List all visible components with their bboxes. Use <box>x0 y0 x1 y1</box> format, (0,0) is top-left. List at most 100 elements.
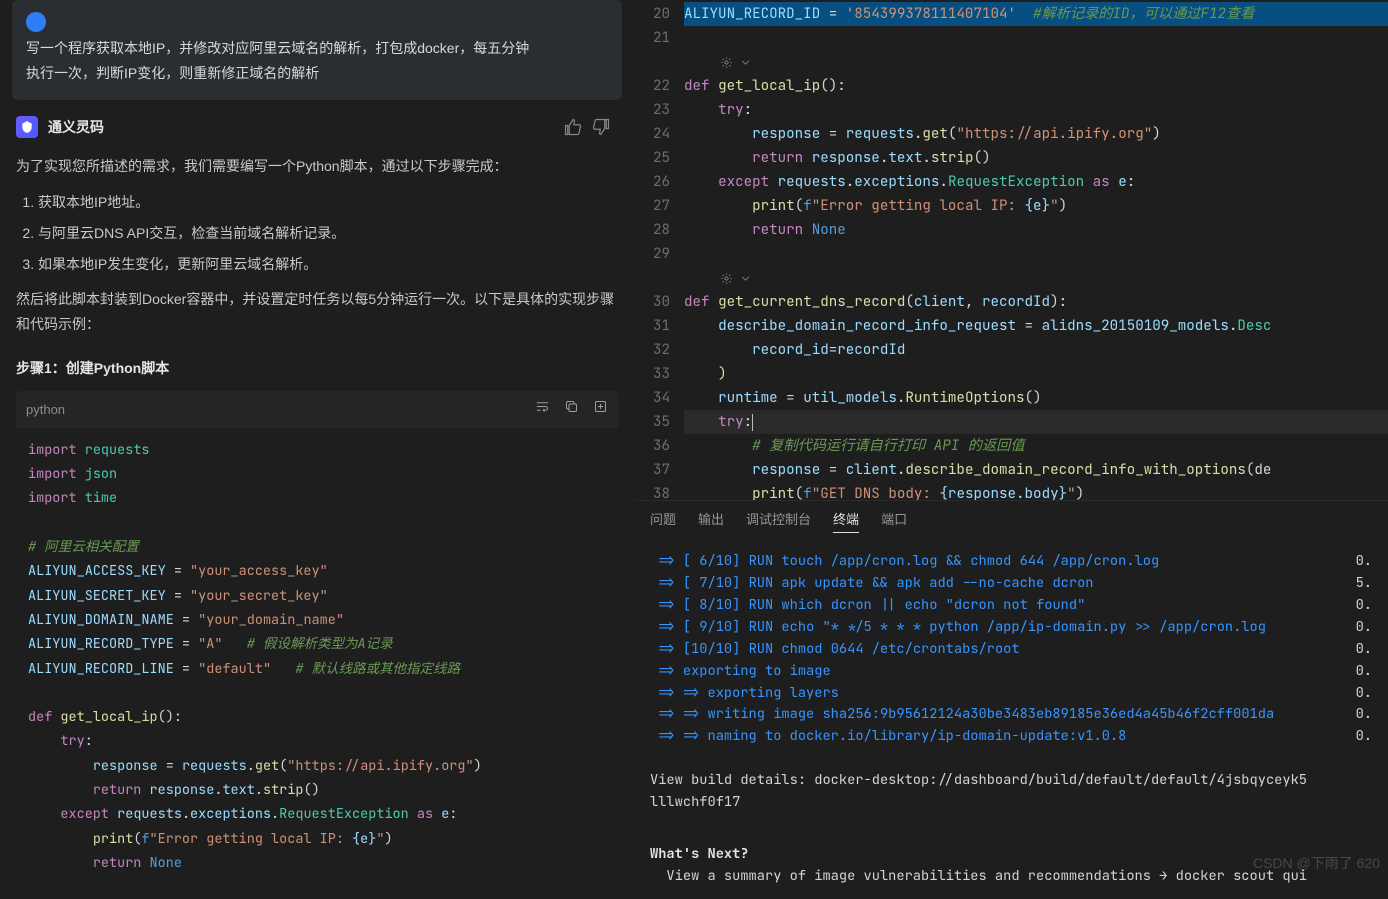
code-line-24[interactable]: response = requests.get("https://api.ipi… <box>684 122 1388 146</box>
t-step: [ 8/10] <box>683 596 741 614</box>
code-line-29[interactable] <box>684 242 1388 266</box>
code-line-23[interactable]: try: <box>684 98 1388 122</box>
step1-heading: 步骤1：创建Python脚本 <box>16 356 618 381</box>
try-kw: try <box>60 732 84 750</box>
val: "default" <box>198 660 271 678</box>
t-cmd: RUN echo "* */5 * * * python /app/ip-dom… <box>749 618 1266 636</box>
step-item: 获取本地IP地址。 <box>38 190 618 215</box>
t-step: [ 7/10] <box>683 574 741 592</box>
code-line-34[interactable]: runtime = util_models.RuntimeOptions() <box>684 386 1388 410</box>
import-requests: requests <box>85 441 150 459</box>
user-message-line1: 写一个程序获取本地IP，并修改对应阿里云域名的解析，打包成docker，每五分钟 <box>26 40 529 56</box>
step-item: 如果本地IP发生变化，更新阿里云域名解析。 <box>38 252 618 277</box>
import-json: json <box>85 465 117 483</box>
assistant-message: 通义灵码 为了实现您所描述的需求，我们需要编写一个Python脚本，通过以下步骤… <box>12 108 622 899</box>
tab-debug-console[interactable]: 调试控制台 <box>746 509 811 533</box>
assistant-icon <box>16 116 38 138</box>
t-exporting: exporting to image <box>683 662 831 680</box>
view-build-details-2: lllwchf0f17 <box>650 792 1372 814</box>
code-line-25[interactable]: return response.text.strip() <box>684 146 1388 170</box>
thumbs-down-icon[interactable] <box>592 118 610 136</box>
editor-area[interactable]: 20 21 22 23 24 25 26 27 28 29 30 31 32 3… <box>634 0 1388 500</box>
whats-next-heading: What's Next? <box>650 844 1372 866</box>
user-avatar <box>26 12 46 32</box>
val: "your_domain_name" <box>198 611 344 629</box>
code-line-22[interactable]: def get_local_ip(): <box>684 74 1388 98</box>
chevron-down-icon <box>739 56 752 69</box>
tab-problems[interactable]: 问题 <box>650 509 676 533</box>
comment: # 默认线路或其他指定线路 <box>295 660 460 678</box>
t-cmd: RUN which dcron || echo "dcron not found… <box>749 596 1086 614</box>
assistant-code-block[interactable]: import requests import json import time … <box>16 428 618 885</box>
code-area[interactable]: ALIYUN_RECORD_ID = '854399378111407104' … <box>684 0 1388 500</box>
t-cmd: RUN chmod 0644 /etc/crontabs/root <box>749 640 1020 658</box>
code-line-26[interactable]: except requests.exceptions.RequestExcept… <box>684 170 1388 194</box>
comment: # 假设解析类型为A记录 <box>247 635 393 653</box>
code-line-27[interactable]: print(f"Error getting local IP: {e}") <box>684 194 1388 218</box>
import-time: time <box>85 489 117 507</box>
wrap-icon[interactable] <box>535 397 550 422</box>
err-prefix: "Error getting local IP: <box>150 830 353 848</box>
tab-output[interactable]: 输出 <box>698 509 724 533</box>
code-language-label: python <box>26 398 535 421</box>
t-layers: => exporting layers <box>683 684 839 702</box>
var: ALIYUN_RECORD_TYPE <box>28 635 174 653</box>
code-line-31[interactable]: describe_domain_record_info_request = al… <box>684 314 1388 338</box>
chevron-down-icon <box>739 272 752 285</box>
ipify-url: "https://api.ipify.org" <box>287 757 473 775</box>
insert-icon[interactable] <box>593 397 608 422</box>
editor-panel: 20 21 22 23 24 25 26 27 28 29 30 31 32 3… <box>634 0 1388 899</box>
thumbs-up-icon[interactable] <box>564 118 582 136</box>
var: ALIYUN_ACCESS_KEY <box>28 562 166 580</box>
line-number-gutter: 20 21 22 23 24 25 26 27 28 29 30 31 32 3… <box>634 0 684 500</box>
view-build-details: View build details: docker-desktop://das… <box>650 770 1372 792</box>
code-line-36[interactable]: # 复制代码运行请自行打印 API 的返回值 <box>684 434 1388 458</box>
t-step: [ 6/10] <box>683 552 741 570</box>
chat-panel: 写一个程序获取本地IP，并修改对应阿里云域名的解析，打包成docker，每五分钟… <box>0 0 634 899</box>
val: "A" <box>198 635 222 653</box>
user-message: 写一个程序获取本地IP，并修改对应阿里云域名的解析，打包成docker，每五分钟… <box>12 0 622 100</box>
t-naming: => naming to docker.io/library/ip-domain… <box>683 727 1126 745</box>
whats-next-summary: View a summary of image vulnerabilities … <box>650 866 1372 888</box>
func-name: get_local_ip <box>60 708 157 726</box>
user-message-text: 写一个程序获取本地IP，并修改对应阿里云域名的解析，打包成docker，每五分钟… <box>26 36 608 86</box>
code-line-20[interactable]: ALIYUN_RECORD_ID = '854399378111407104' … <box>684 2 1388 26</box>
copy-icon[interactable] <box>564 397 579 422</box>
code-line-38[interactable]: print(f"GET DNS body: {response.body}") <box>684 482 1388 500</box>
code-line-28[interactable]: return None <box>684 218 1388 242</box>
cog-icon <box>720 272 733 285</box>
val: "your_secret_key" <box>190 587 328 605</box>
t-step: [ 9/10] <box>683 618 741 636</box>
t-writing: => writing image sha256:9b95612124a30be3… <box>683 705 1274 723</box>
assistant-steps-list: 获取本地IP地址。 与阿里云DNS API交互，检查当前域名解析记录。 如果本地… <box>38 190 618 278</box>
terminal-output[interactable]: => [ 6/10] RUN touch /app/cron.log && ch… <box>634 541 1388 899</box>
codelens-func2[interactable] <box>684 266 1388 290</box>
code-line-32[interactable]: record_id=recordId <box>684 338 1388 362</box>
code-line-30[interactable]: def get_current_dns_record(client, recor… <box>684 290 1388 314</box>
codelens-func1[interactable] <box>684 50 1388 74</box>
var: ALIYUN_SECRET_KEY <box>28 587 166 605</box>
code-header: python <box>16 391 618 428</box>
text-cursor <box>752 414 753 431</box>
var: ALIYUN_DOMAIN_NAME <box>28 611 174 629</box>
step-item: 与阿里云DNS API交互，检查当前域名解析记录。 <box>38 221 618 246</box>
tab-terminal[interactable]: 终端 <box>833 509 859 533</box>
panel-tabs: 问题 输出 调试控制台 终端 端口 <box>634 500 1388 541</box>
t-cmd: RUN touch /app/cron.log && chmod 644 /ap… <box>749 552 1160 570</box>
var: ALIYUN_RECORD_LINE <box>28 660 174 678</box>
cog-icon <box>720 56 733 69</box>
code-line-33[interactable]: ) <box>684 362 1388 386</box>
assistant-name: 通义灵码 <box>48 117 564 137</box>
tab-ports[interactable]: 端口 <box>881 509 907 533</box>
none-const: None <box>150 854 182 872</box>
t-cmd: RUN apk update && apk add --no-cache dcr… <box>749 574 1094 592</box>
code-line-21[interactable] <box>684 26 1388 50</box>
assistant-after-steps: 然后将此脚本封装到Docker容器中，并设置定时任务以每5分钟运行一次。以下是具… <box>16 287 618 337</box>
assistant-header: 通义灵码 <box>12 108 622 146</box>
code-line-35[interactable]: try: <box>684 410 1388 434</box>
t-step: [10/10] <box>683 640 741 658</box>
err-mid: {e} <box>352 830 376 848</box>
assistant-body: 为了实现您所描述的需求，我们需要编写一个Python脚本，通过以下步骤完成： 获… <box>12 154 622 895</box>
code-line-37[interactable]: response = client.describe_domain_record… <box>684 458 1388 482</box>
user-message-line2: 执行一次，判断IP变化，则重新修正域名的解析 <box>26 65 319 81</box>
